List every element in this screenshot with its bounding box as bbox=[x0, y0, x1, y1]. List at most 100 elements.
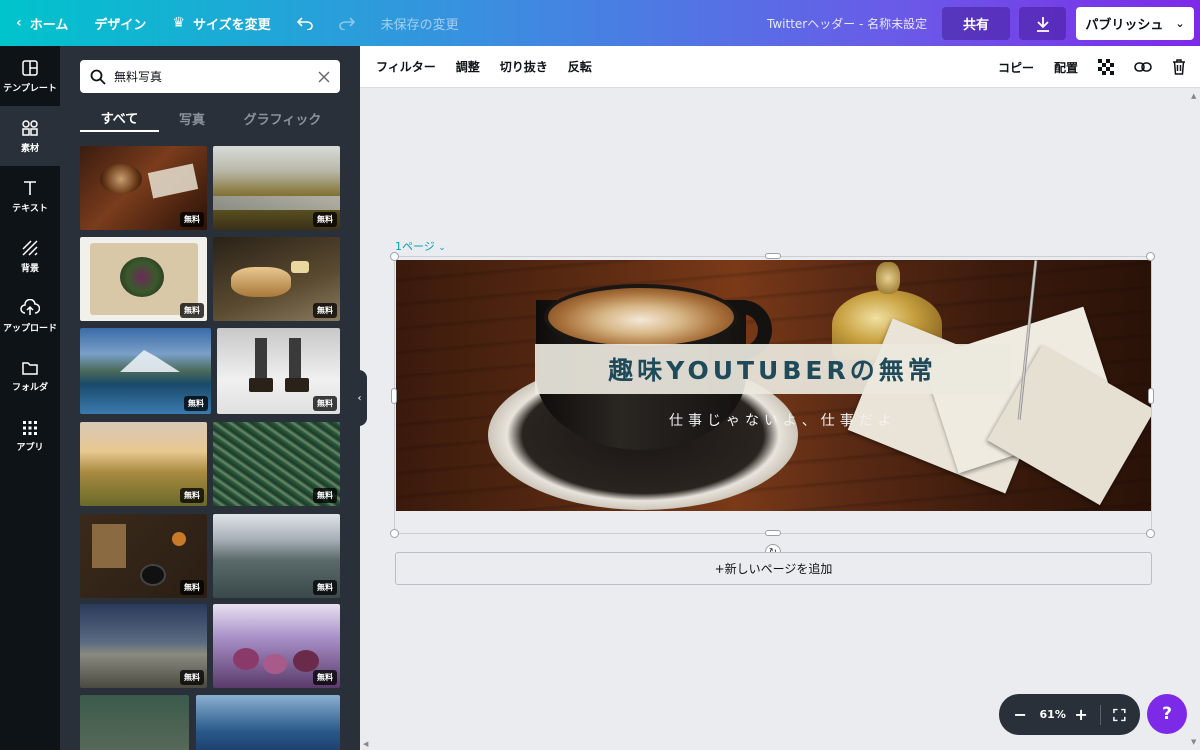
collapse-panel-button[interactable]: ‹ bbox=[352, 370, 367, 426]
tab-photos[interactable]: 写真 bbox=[159, 104, 225, 132]
background-icon bbox=[22, 239, 38, 256]
resize-handle-bottom-left[interactable] bbox=[390, 529, 399, 538]
design-page[interactable]: 趣味YOUTUBERの無常 仕事じゃないよ、仕事だよ bbox=[396, 260, 1151, 511]
vertical-scrollbar[interactable]: ▲ ▼ bbox=[1189, 88, 1200, 750]
fullscreen-icon[interactable] bbox=[1113, 708, 1126, 722]
photo-thumb-mountain-lake[interactable]: 無料 bbox=[80, 328, 211, 414]
publish-button[interactable]: パブリッシュ ⌄ bbox=[1076, 7, 1194, 40]
scroll-left-icon[interactable]: ◀ bbox=[363, 740, 368, 748]
zoom-level[interactable]: 61% bbox=[1040, 708, 1066, 721]
resize-handle-right[interactable] bbox=[1148, 388, 1154, 404]
rail-label-folder: フォルダ bbox=[11, 382, 48, 393]
chevron-left-icon: ‹ bbox=[16, 15, 22, 31]
resize-handle-top-right[interactable] bbox=[1146, 252, 1155, 261]
title-textbox[interactable]: 趣味YOUTUBERの無常 bbox=[535, 344, 1010, 394]
photo-thumb-desk-flatlay[interactable]: 無料 bbox=[80, 514, 207, 598]
resize-handle-top-left[interactable] bbox=[390, 252, 399, 261]
templates-icon bbox=[22, 59, 38, 76]
free-badge: 無料 bbox=[313, 580, 337, 595]
tab-all[interactable]: すべて bbox=[80, 104, 159, 132]
resize-label: サイズを変更 bbox=[192, 17, 271, 33]
undo-button[interactable] bbox=[284, 0, 326, 46]
chevron-down-icon: ⌄ bbox=[438, 243, 446, 253]
rail-item-apps[interactable]: アプリ bbox=[0, 406, 60, 466]
arrange-button[interactable]: 配置 bbox=[1044, 46, 1088, 88]
design-title[interactable]: 趣味YOUTUBERの無常 bbox=[608, 351, 937, 387]
photo-thumb-bread[interactable]: 無料 bbox=[213, 237, 340, 321]
rail-label-apps: アプリ bbox=[16, 442, 44, 453]
tab-graphics[interactable]: グラフィック bbox=[225, 104, 340, 132]
photo-thumb-mountain-road[interactable]: 無料 bbox=[213, 514, 340, 598]
share-button[interactable]: 共有 bbox=[942, 7, 1010, 40]
scroll-up-icon[interactable]: ▲ bbox=[1191, 92, 1196, 100]
download-button[interactable] bbox=[1019, 7, 1066, 40]
context-toolbar: フィルター 調整 切り抜き 反転 コピー 配置 bbox=[360, 46, 1200, 88]
clear-search-icon[interactable] bbox=[318, 71, 330, 83]
free-badge: 無料 bbox=[313, 396, 337, 411]
resize-handle-bottom[interactable] bbox=[765, 530, 781, 536]
photo-thumb-frozen-berries[interactable]: 無料 bbox=[213, 604, 340, 688]
top-bar: ‹ ホーム デザイン ♛ サイズを変更 未保存の変更 Twitterヘッダー -… bbox=[0, 0, 1200, 46]
photo-thumb-plain-road[interactable]: 無料 bbox=[80, 604, 207, 688]
delete-button[interactable] bbox=[1162, 46, 1200, 88]
design-menu-button[interactable]: デザイン bbox=[81, 0, 159, 46]
adjust-button[interactable]: 調整 bbox=[446, 46, 490, 88]
photo-thumb-fern[interactable]: 無料 bbox=[213, 422, 340, 506]
free-badge: 無料 bbox=[184, 396, 208, 411]
photo-thumb-ocean-wave[interactable] bbox=[196, 695, 340, 750]
rail-label-background: 背景 bbox=[20, 263, 39, 274]
rail-label-text: テキスト bbox=[12, 203, 48, 214]
crop-button[interactable]: 切り抜き bbox=[490, 46, 558, 88]
redo-icon bbox=[338, 17, 355, 30]
rail-item-templates[interactable]: テンプレート bbox=[0, 46, 60, 106]
zoom-control: − 61% + bbox=[999, 694, 1140, 735]
rail-item-folder[interactable]: フォルダ bbox=[0, 346, 60, 406]
search-input[interactable]: 無料写真 bbox=[114, 68, 318, 85]
rail-label-upload: アップロード bbox=[2, 323, 57, 334]
trash-icon bbox=[1173, 59, 1185, 75]
help-button[interactable]: ? bbox=[1147, 694, 1187, 734]
photo-thumb-balloons[interactable]: 無料 bbox=[80, 422, 207, 506]
photo-thumb-river-road[interactable]: 無料 bbox=[213, 146, 340, 230]
free-badge: 無料 bbox=[313, 488, 337, 503]
rail-item-upload[interactable]: アップロード bbox=[0, 286, 60, 346]
home-button[interactable]: ‹ ホーム bbox=[0, 0, 81, 46]
filter-button[interactable]: フィルター bbox=[360, 46, 446, 88]
chevron-down-icon: ⌄ bbox=[1175, 17, 1185, 30]
resize-handle-top[interactable] bbox=[765, 253, 781, 259]
design-label: デザイン bbox=[94, 17, 147, 33]
publish-label: パブリッシュ bbox=[1085, 18, 1164, 33]
link-icon bbox=[1134, 62, 1152, 72]
rail-item-elements[interactable]: 素材 bbox=[0, 106, 60, 166]
search-box[interactable]: 無料写真 bbox=[80, 60, 340, 93]
free-badge: 無料 bbox=[313, 212, 337, 227]
photo-thumb-coffee[interactable]: 無料 bbox=[80, 146, 207, 230]
zoom-out-icon[interactable]: − bbox=[1013, 705, 1028, 724]
rail-label-elements: 素材 bbox=[20, 143, 39, 154]
undo-icon bbox=[296, 17, 313, 30]
redo-button[interactable] bbox=[326, 0, 368, 46]
rail-item-text[interactable]: テキスト bbox=[0, 166, 60, 226]
photo-thumb-boots-snow[interactable]: 無料 bbox=[217, 328, 340, 414]
design-subtitle[interactable]: 仕事じゃないよ、仕事だよ bbox=[669, 410, 897, 430]
photo-thumb-forest-aerial[interactable] bbox=[80, 695, 189, 750]
transparency-button[interactable] bbox=[1088, 46, 1124, 88]
copy-button[interactable]: コピー bbox=[988, 46, 1044, 88]
free-badge: 無料 bbox=[180, 670, 204, 685]
resize-handle-bottom-right[interactable] bbox=[1146, 529, 1155, 538]
photo-thumb-bowl[interactable]: 無料 bbox=[80, 237, 207, 321]
flip-button[interactable]: 反転 bbox=[558, 46, 602, 88]
rail-item-background[interactable]: 背景 bbox=[0, 226, 60, 286]
page-label[interactable]: 1ページ ⌄ bbox=[395, 238, 446, 254]
horizontal-scrollbar[interactable]: ◀ bbox=[360, 739, 1189, 750]
resize-button[interactable]: ♛ サイズを変更 bbox=[159, 0, 283, 46]
link-button[interactable] bbox=[1124, 46, 1162, 88]
resize-handle-left[interactable] bbox=[391, 388, 397, 404]
free-badge: 無料 bbox=[180, 212, 204, 227]
home-label: ホーム bbox=[29, 17, 69, 33]
document-title[interactable]: Twitterヘッダー - 名称未設定 bbox=[767, 0, 927, 46]
zoom-in-icon[interactable]: + bbox=[1074, 705, 1089, 724]
scroll-down-icon[interactable]: ▼ bbox=[1191, 738, 1196, 746]
apps-icon bbox=[23, 420, 37, 435]
add-page-button[interactable]: +新しいページを追加 bbox=[395, 552, 1152, 585]
